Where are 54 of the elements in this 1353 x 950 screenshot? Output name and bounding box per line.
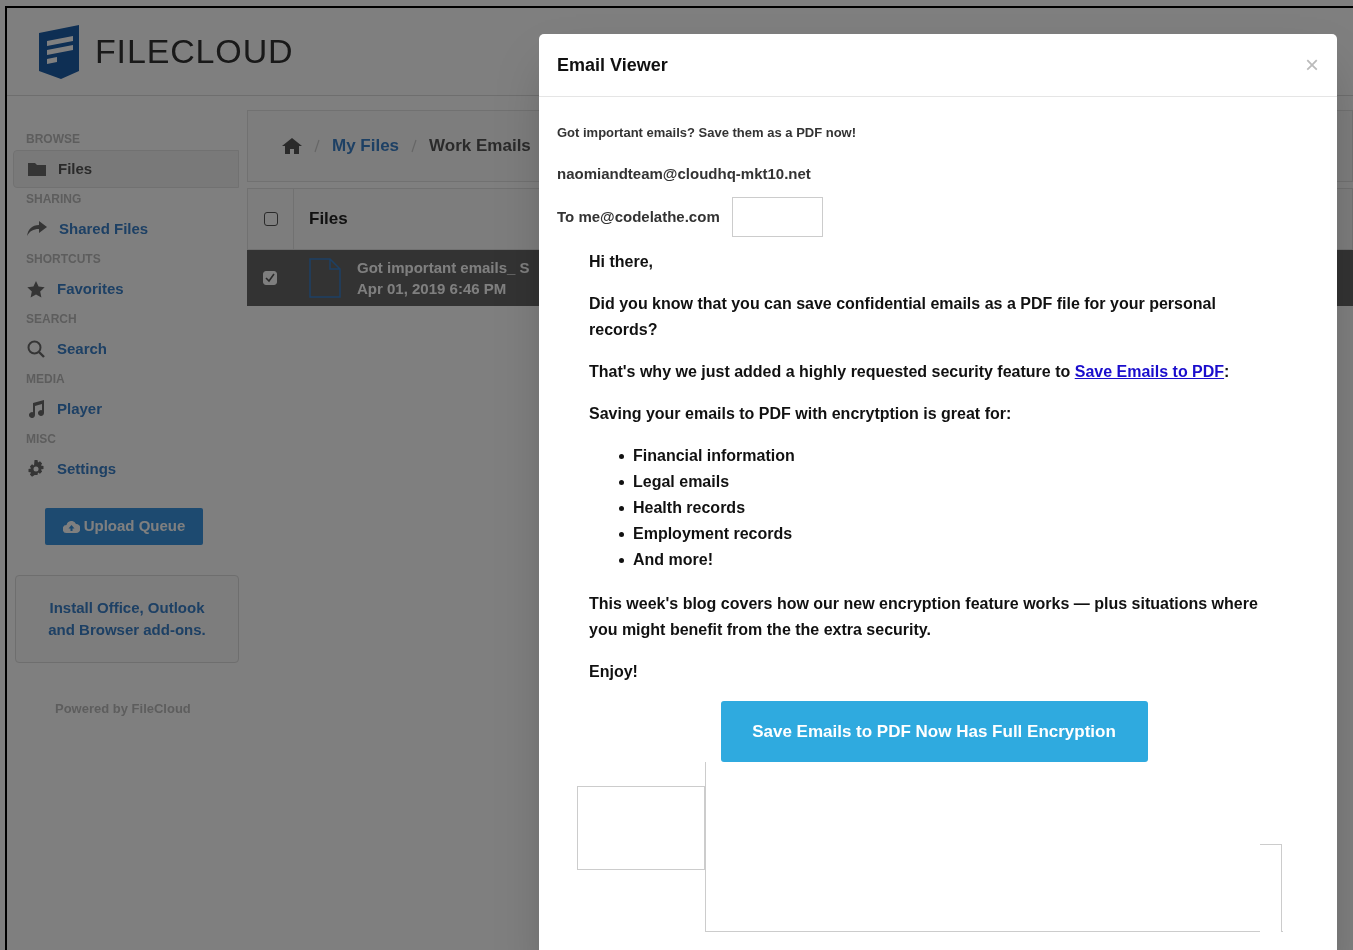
cloud-upload-icon [62,520,80,533]
folder-icon [28,162,46,176]
sidebar-item[interactable]: Shared Files [13,210,239,248]
paragraph: Saving your emails to PDF with encrytption is great for: [589,404,1013,424]
settings-icon [27,460,45,478]
paragraph: Did you know that you can save confidential emails as a PDF file for your personal records? [589,294,1217,340]
sidebar-item[interactable]: Search [13,330,239,368]
dialog-title: Email Viewer [557,53,668,77]
paragraph: This week's blog covers how our new encryption feature works — plus situations where you might benefit from the the extra security. [589,594,1259,640]
sidebar-item-label: Files [58,158,93,179]
bullet-icon [619,531,624,537]
email-subject: Got important emails? Save them as a PDF now! [557,124,858,142]
close-button[interactable]: × [1305,53,1319,77]
logo-icon [39,24,81,79]
column-header[interactable]: Files [294,206,348,232]
music-note-icon [27,400,45,418]
sidebar-item[interactable]: Player [13,390,239,428]
sidebar-item[interactable]: Settings [13,450,239,488]
star-icon [27,280,45,298]
inline-link[interactable]: Save Emails to PDF [1074,363,1225,380]
upload-queue-button[interactable]: Upload Queue [45,508,203,545]
bullet-icon [619,505,624,511]
file-name: Got important emails_ S [357,258,530,278]
greeting: Hi there, [589,252,654,272]
list-item: Health records [633,498,746,518]
sidebar-item-label: Player [57,398,103,419]
sidebar-item[interactable]: Favorites [13,270,239,308]
file-icon [309,258,341,298]
email-sender: naomiandteam@cloudhq-mkt10.net [557,163,812,184]
signoff: Enjoy! [589,662,639,682]
list-item: Financial information [633,446,795,466]
list-item: Employment records [633,524,793,544]
paragraph: That's why we just added a highly requested security feature to Save Emails to PDF: [589,362,1231,382]
sidebar-item-label: Search [57,338,108,359]
search-icon [27,340,45,358]
file-date: Apr 01, 2019 6:46 PM [357,279,508,299]
logo-text: FILECLOUD [95,31,294,72]
email-recipient: To me@codelathe.com [557,206,720,227]
bullet-icon [619,479,624,485]
sidebar-item-label: Settings [57,458,117,479]
breadcrumb-link[interactable]: Work Emails [429,133,531,159]
breadcrumb-link[interactable]: My Files [332,133,400,159]
sidebar-item-label: Favorites [57,278,124,299]
list-item: And more! [633,550,713,570]
checkbox[interactable] [263,212,278,226]
sidebar-item[interactable]: Files [13,150,239,188]
home-icon[interactable] [282,138,302,154]
bullet-icon [619,557,624,563]
sidebar-item-label: Shared Files [59,218,149,239]
addons-link[interactable]: Install Office, Outlook and Browser add-ons. [37,597,217,641]
list-item: Legal emails [633,472,730,492]
share-arrow-icon [27,221,47,237]
cta-button[interactable]: Save Emails to PDF Now Has Full Encryption [720,701,1148,762]
bullet-icon [619,453,624,459]
